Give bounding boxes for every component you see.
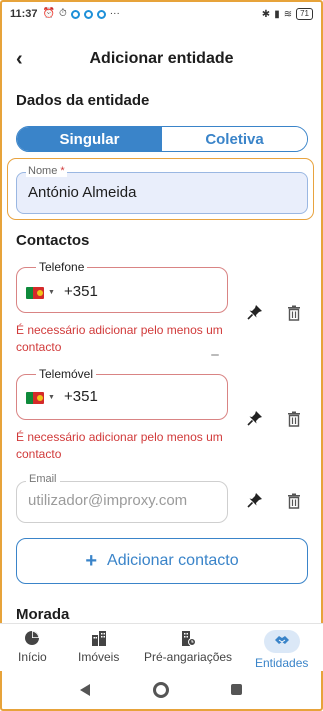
- required-mark: *: [60, 165, 65, 177]
- system-home-icon[interactable]: [153, 682, 169, 698]
- active-indicator: [263, 630, 300, 653]
- nav-label: Imóveis: [78, 650, 120, 664]
- email-placeholder: utilizador@improxy.com: [28, 492, 188, 509]
- name-label: Nome *: [26, 165, 67, 177]
- handshake-icon: [274, 636, 289, 644]
- nav-label: Entidades: [255, 656, 309, 670]
- nav-label: Início: [18, 650, 47, 664]
- nav-label: Pré-angariações: [144, 650, 233, 664]
- caret-down-icon[interactable]: ▼: [48, 289, 55, 296]
- bluetooth-icon: ✱: [261, 8, 271, 20]
- entity-type-segmented-control: Singular Coletiva: [16, 126, 308, 152]
- wifi-icon: ≋: [283, 8, 293, 20]
- mobile-prefix: +351: [64, 388, 98, 405]
- trash-icon[interactable]: [287, 493, 301, 509]
- divider-handle: [211, 354, 219, 356]
- status-system-icons: ✱ ▮ ≋ 71: [262, 8, 313, 20]
- add-contact-label: Adicionar contacto: [107, 552, 239, 569]
- page-title: Adicionar entidade: [89, 50, 234, 67]
- phone-error: É necessário adicionar pelo menos um con…: [16, 323, 223, 354]
- pin-icon[interactable]: [247, 492, 263, 508]
- app-notification-icon: [70, 9, 80, 19]
- pie-chart-icon: [25, 631, 40, 645]
- system-navigation-bar: [0, 676, 323, 706]
- app-notification-icon: [96, 9, 106, 19]
- status-bar: 11:37 ⏰ ⏱ ··· ✱ ▮ ≋ 71: [10, 6, 313, 22]
- entity-section-title: Dados da entidade: [16, 92, 150, 109]
- add-contact-button[interactable]: + Adicionar contacto: [16, 538, 308, 584]
- contacts-section-title: Contactos: [16, 232, 90, 249]
- name-label-text: Nome: [28, 165, 58, 177]
- no-alarm-icon: ⏰: [42, 8, 55, 19]
- name-value: António Almeida: [28, 184, 137, 201]
- nav-item-inicio[interactable]: Início: [18, 630, 47, 664]
- trash-icon[interactable]: [287, 305, 301, 321]
- system-back-icon[interactable]: [80, 684, 90, 696]
- app-header: ‹ Adicionar entidade: [0, 46, 323, 74]
- buildings-icon: [91, 631, 106, 646]
- building-clock-icon: [182, 631, 197, 646]
- segment-singular[interactable]: Singular: [17, 127, 162, 151]
- mobile-label: Telemóvel: [36, 367, 97, 381]
- segment-coletiva[interactable]: Coletiva: [162, 127, 307, 151]
- signal-icon: ▮: [274, 8, 280, 20]
- app-notification-icon: [83, 9, 93, 19]
- phone-prefix: +351: [64, 283, 98, 300]
- portugal-flag-icon[interactable]: [26, 392, 44, 404]
- mobile-error: É necessário adicionar pelo menos um con…: [16, 430, 223, 461]
- system-recents-icon[interactable]: [231, 684, 242, 695]
- email-label: Email: [26, 473, 60, 485]
- portugal-flag-icon[interactable]: [26, 287, 44, 299]
- status-notification-icons: ⏰ ⏱ ···: [43, 9, 120, 19]
- pin-icon[interactable]: [247, 304, 263, 320]
- more-notifications-icon: ···: [109, 8, 120, 19]
- trash-icon[interactable]: [287, 411, 301, 427]
- nav-item-pre-angariacoes[interactable]: Pré-angariações: [144, 630, 232, 664]
- status-time: 11:37: [10, 8, 38, 20]
- plus-icon: +: [85, 550, 98, 572]
- nav-item-entidades[interactable]: Entidades: [255, 630, 308, 670]
- caret-down-icon[interactable]: ▼: [48, 394, 55, 401]
- pin-icon[interactable]: [247, 410, 263, 426]
- nav-item-imoveis[interactable]: Imóveis: [78, 630, 119, 664]
- alarm-icon: ⏱: [58, 8, 67, 19]
- address-section-title: Morada: [16, 606, 70, 623]
- battery-icon: 71: [296, 8, 313, 20]
- phone-label: Telefone: [36, 260, 88, 274]
